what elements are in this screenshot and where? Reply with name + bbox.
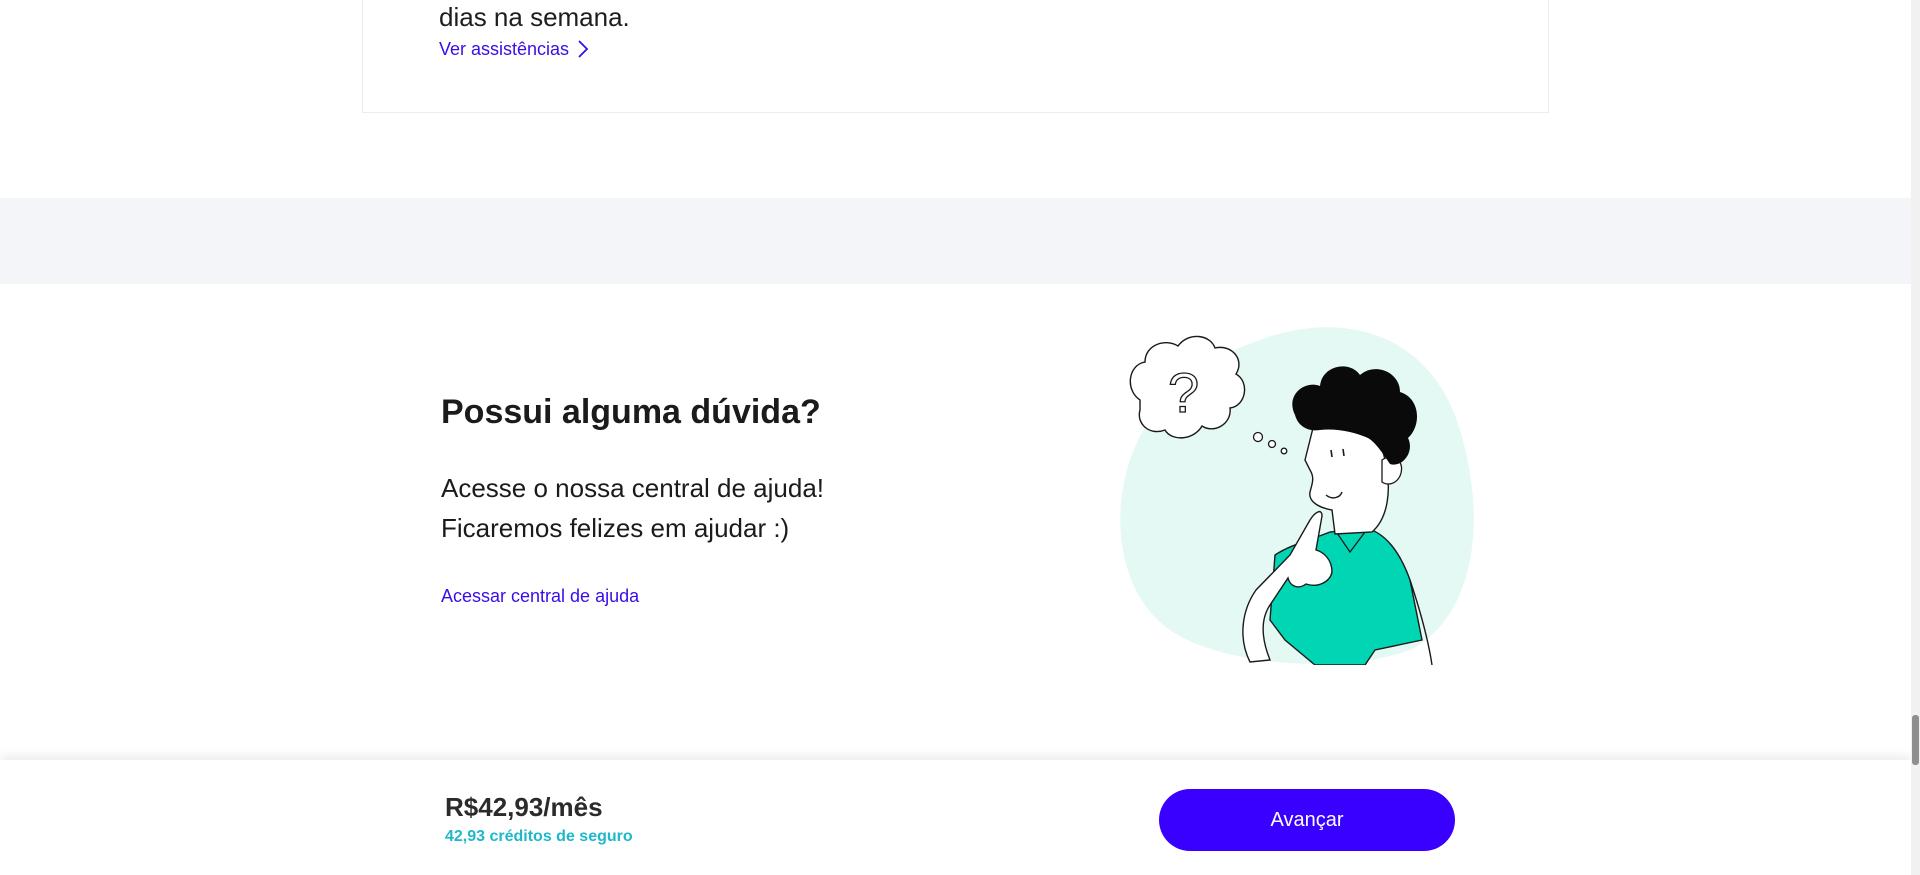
help-description: Acesse o nossa central de ajuda! Ficarem… [441,468,941,548]
help-title: Possui alguma dúvida? [441,393,821,431]
chevron-right-icon [578,40,589,58]
advance-button[interactable]: Avançar [1159,789,1455,851]
section-divider-band [0,198,1911,284]
monthly-price: R$42,93/mês [445,792,603,822]
scrollbar-thumb[interactable] [1912,715,1919,765]
assistance-card: dias na semana. Ver assistências [362,0,1549,113]
checkout-footer: R$42,93/mês 42,93 créditos de seguro Ava… [0,760,1911,875]
view-assistances-label: Ver assistências [439,38,570,59]
help-description-line-2: Ficaremos felizes em ajudar :) [441,513,790,543]
help-center-link[interactable]: Acessar central de ajuda [441,586,639,607]
page: dias na semana. Ver assistências Possui … [0,0,1920,875]
insurance-credits: 42,93 créditos de seguro [445,828,633,845]
question-mark-icon: ? [1168,361,1199,424]
help-description-line-1: Acesse o nossa central de ajuda! [441,473,825,503]
thinking-person-illustration: ? [1120,327,1474,665]
assistance-card-text: dias na semana. [439,2,630,32]
view-assistances-link[interactable]: Ver assistências [439,38,591,60]
